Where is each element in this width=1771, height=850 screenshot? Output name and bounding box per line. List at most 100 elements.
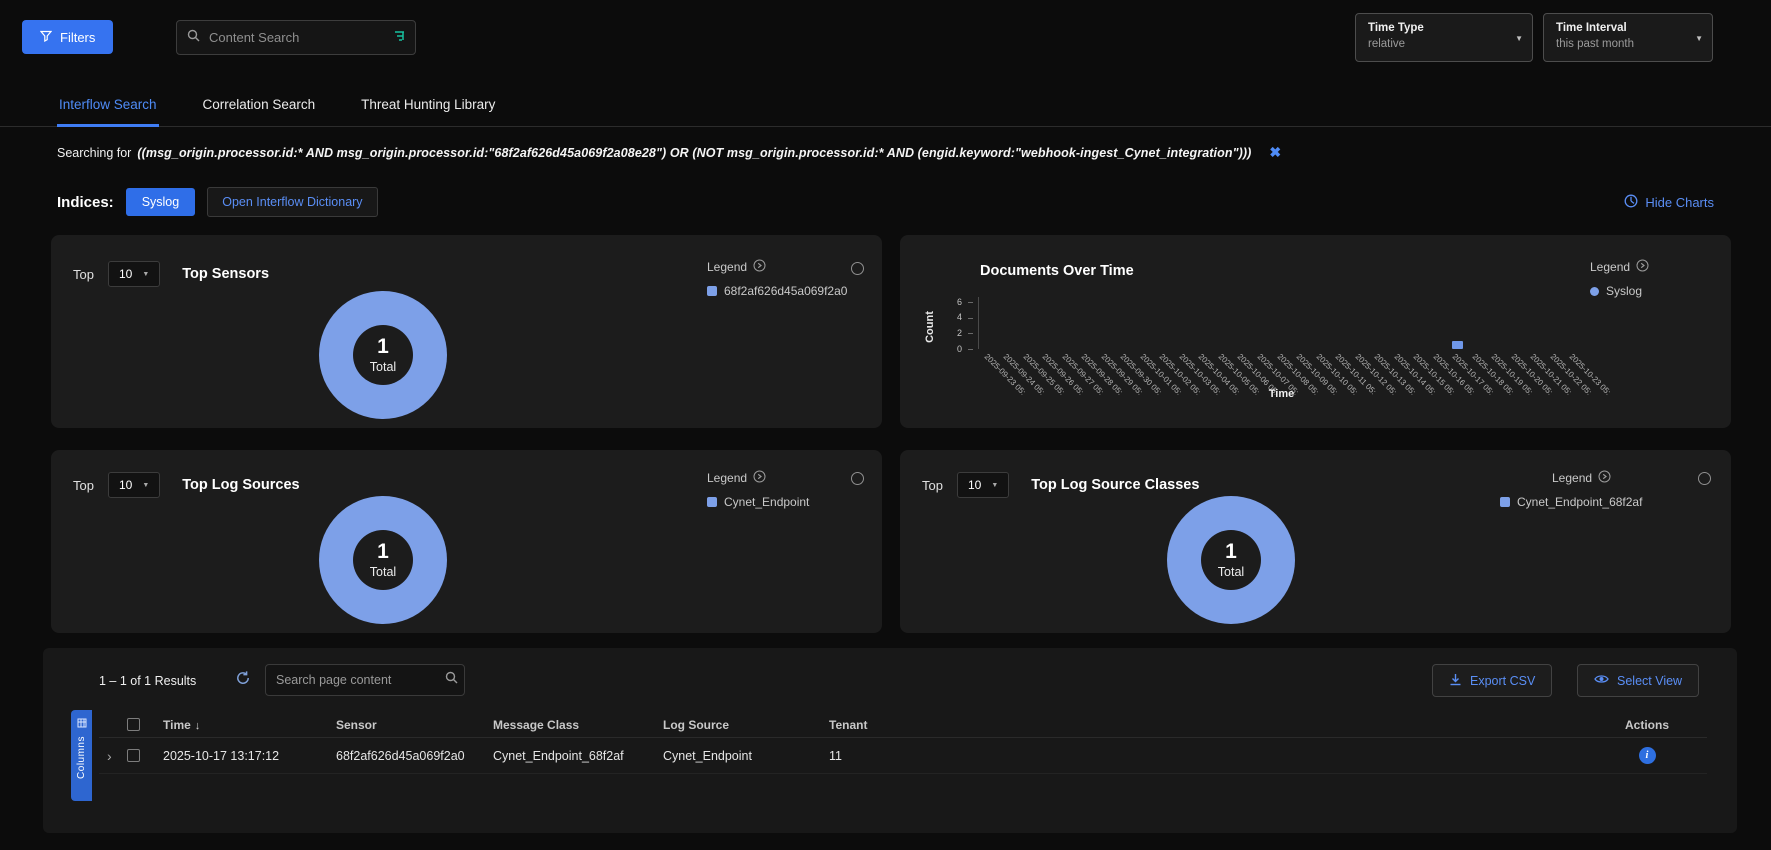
legend-item[interactable]: Cynet_Endpoint [707,495,809,509]
columns-button[interactable]: Columns [71,710,92,801]
top-log-source-classes-donut-chart: 1 Total [1167,496,1295,624]
grid-icon [77,716,87,731]
column-header-log-source[interactable]: Log Source [663,718,829,732]
top-log-sources-header: Top 10 ▼ Top Log Sources [73,472,300,498]
refresh-icon[interactable] [235,670,251,689]
cell-time: 2025-10-17 13:17:12 [163,749,336,763]
hide-charts-link[interactable]: Hide Charts [1624,194,1714,211]
tab-threat-hunting-library[interactable]: Threat Hunting Library [359,91,497,126]
tab-correlation-search[interactable]: Correlation Search [201,91,318,126]
donut-total-value: 1 [377,541,389,563]
time-interval-value: this past month [1556,38,1686,50]
donut-total-label: Total [370,360,396,374]
content-search-box [176,20,416,55]
time-interval-dropdown[interactable]: Time Interval this past month ▼ [1543,13,1713,62]
legend-label: Legend [1552,471,1592,485]
column-header-time[interactable]: Time↓ [163,718,336,732]
chevron-down-icon: ▼ [142,482,149,489]
legend-toggle[interactable]: Legend [1500,470,1642,486]
y-tick-mark [968,333,973,334]
top-label: Top [73,478,94,493]
top-bar: Filters Time Type relative ▼ Time Interv… [0,0,1771,75]
chevron-down-icon: ▼ [1515,34,1523,43]
legend-item-label: Cynet_Endpoint_68f2af [1517,495,1642,509]
select-all-checkbox[interactable] [127,718,140,731]
column-header-tenant[interactable]: Tenant [829,718,1587,732]
columns-button-label: Columns [76,736,87,779]
top-sensors-title: Top Sensors [182,266,269,282]
panel-top-log-sources: Top 10 ▼ Top Log Sources Legend Cynet_En… [51,450,882,633]
filters-button[interactable]: Filters [22,20,113,54]
column-header-sensor[interactable]: Sensor [336,718,493,732]
donut-total-value: 1 [377,336,389,358]
tab-interflow-search[interactable]: Interflow Search [57,91,159,127]
legend-label: Legend [1590,260,1630,274]
top-log-source-classes-count-select[interactable]: 10 ▼ [957,472,1009,498]
y-tick-label: 2 [946,328,962,338]
results-count: 1 – 1 of 1 Results [99,674,196,688]
legend-item[interactable]: 68f2af626d45a069f2a0 [707,284,847,298]
sort-desc-icon: ↓ [195,720,201,732]
legend-toggle[interactable]: Legend [707,259,847,275]
time-type-label: Time Type [1368,22,1506,34]
column-header-message-class[interactable]: Message Class [493,718,663,732]
panel-options-icon[interactable] [851,262,864,275]
page-search-input[interactable] [276,673,437,687]
donut-total-label: Total [1218,565,1244,579]
time-type-dropdown[interactable]: Time Type relative ▼ [1355,13,1533,62]
tab-bar: Interflow Search Correlation Search Thre… [0,91,1771,127]
expand-row-icon[interactable]: › [99,748,127,764]
legend-toggle-icon [1636,259,1649,275]
panel-options-icon[interactable] [851,472,864,485]
results-table: Time↓ Sensor Message Class Log Source Te… [99,712,1707,774]
legend-toggle[interactable]: Legend [1590,259,1649,275]
chevron-down-icon: ▼ [142,271,149,278]
syslog-index-button[interactable]: Syslog [126,188,196,216]
row-checkbox[interactable] [127,749,140,762]
top-sensors-count-select[interactable]: 10 ▼ [108,261,160,287]
results-panel: 1 – 1 of 1 Results Export CSV Select Vie… [43,648,1737,833]
legend-item[interactable]: Cynet_Endpoint_68f2af [1500,495,1642,509]
x-axis-title: Time [979,388,1584,400]
table-row: › 2025-10-17 13:17:12 68f2af626d45a069f2… [99,738,1707,774]
top-count-value: 10 [968,478,981,492]
content-search-input[interactable] [209,30,385,45]
search-query-line: Searching for ((msg_origin.processor.id:… [0,144,1771,161]
select-view-label: Select View [1617,674,1682,688]
info-icon[interactable]: i [1639,747,1656,764]
legend-toggle-icon [753,259,766,275]
panel-options-icon[interactable] [1698,472,1711,485]
export-csv-button[interactable]: Export CSV [1432,664,1552,697]
donut-center: 1 Total [1201,530,1261,590]
query-prefix: Searching for [57,146,131,160]
legend-swatch [1590,287,1599,296]
y-tick-label: 0 [946,344,962,354]
x-axis-labels: 2025-09-23 05:2025-09-24 05:2025-09-25 0… [979,352,1584,422]
top-log-sources-count-select[interactable]: 10 ▼ [108,472,160,498]
legend-toggle[interactable]: Legend [707,470,809,486]
top-count-value: 10 [119,267,132,281]
legend-label: Legend [707,260,747,274]
open-interflow-dictionary-button[interactable]: Open Interflow Dictionary [207,187,377,217]
top-count-value: 10 [119,478,132,492]
y-tick-mark [968,302,973,303]
indices-row: Indices: Syslog Open Interflow Dictionar… [0,187,1771,217]
select-view-button[interactable]: Select View [1577,664,1699,697]
top-log-sources-legend: Legend Cynet_Endpoint [707,470,809,509]
legend-item-label: Cynet_Endpoint [724,495,809,509]
y-tick-mark [968,349,973,350]
y-axis-title: Count [924,311,936,343]
top-label: Top [922,478,943,493]
top-log-sources-donut-chart: 1 Total [319,496,447,624]
time-interval-label: Time Interval [1556,22,1686,34]
legend-item[interactable]: Syslog [1590,284,1649,298]
donut-total-label: Total [370,565,396,579]
documents-over-time-title: Documents Over Time [980,263,1134,279]
legend-item-label: 68f2af626d45a069f2a0 [724,284,847,298]
cell-actions: i [1587,747,1707,764]
clear-query-icon[interactable]: ✖ [1269,144,1281,161]
cell-tenant: 11 [829,749,1587,763]
cell-message-class: Cynet_Endpoint_68f2af [493,749,663,763]
top-log-sources-title: Top Log Sources [182,477,299,493]
advanced-search-icon[interactable] [394,29,408,47]
